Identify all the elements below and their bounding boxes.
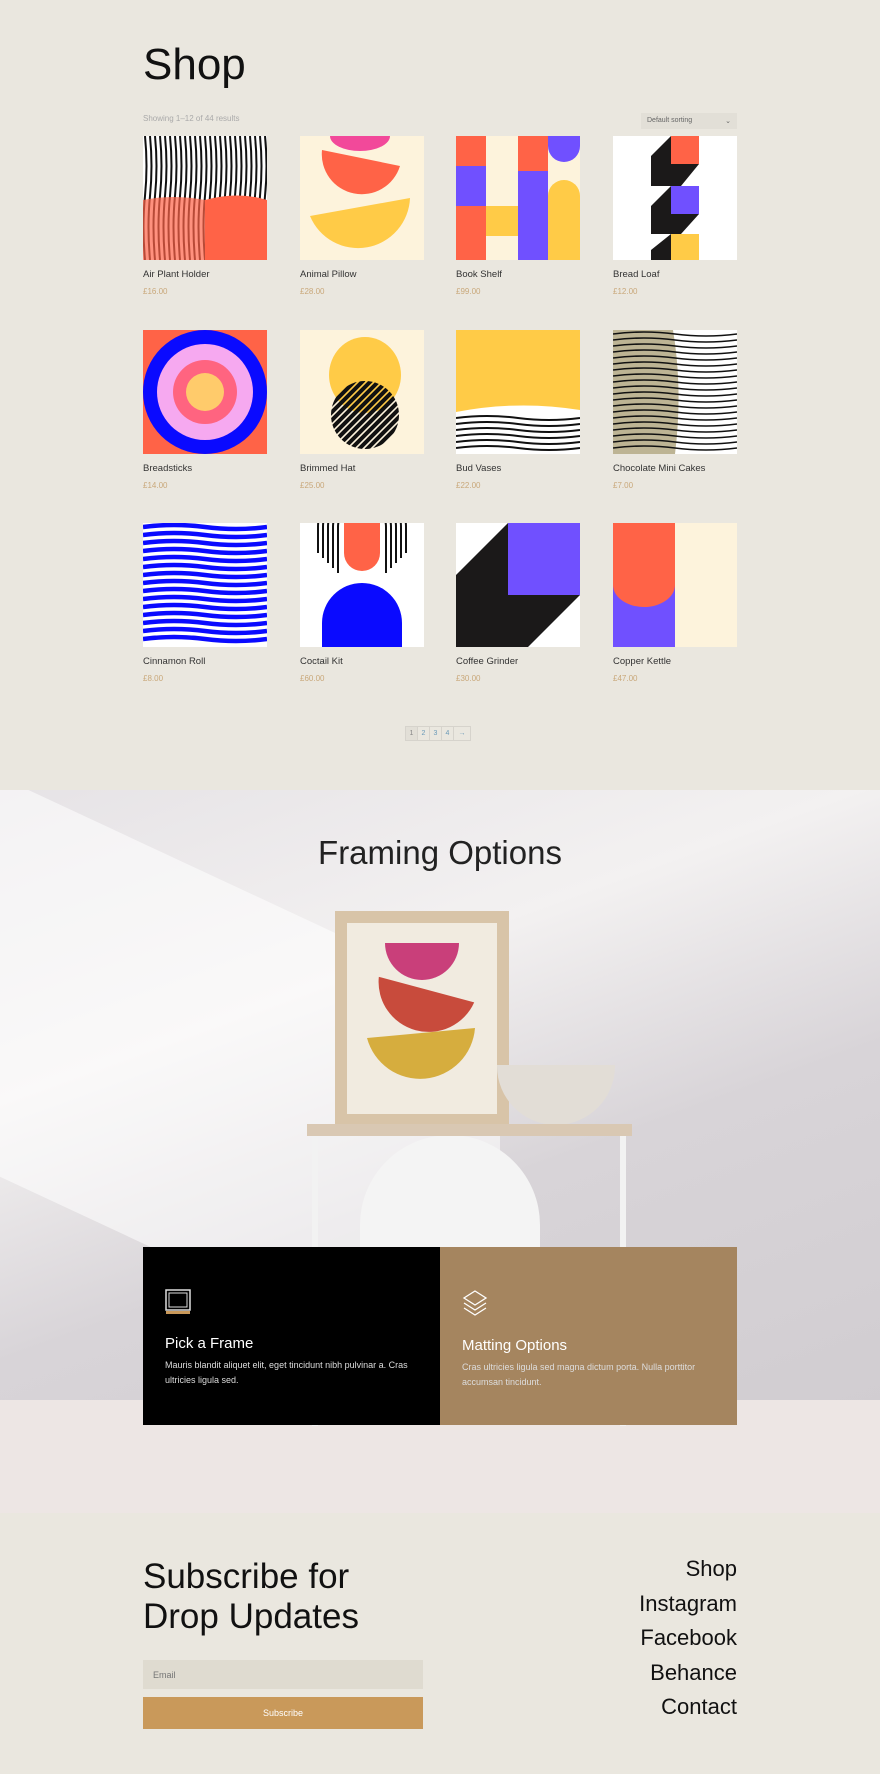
product-name[interactable]: Brimmed Hat [300, 463, 424, 474]
product-image[interactable] [143, 330, 267, 454]
product-image[interactable] [456, 136, 580, 260]
product-name[interactable]: Breadsticks [143, 463, 267, 474]
product-price: £25.00 [300, 481, 325, 490]
chevron-down-icon: ⌄ [725, 118, 731, 125]
product-image[interactable] [143, 136, 267, 260]
product-image[interactable] [300, 523, 424, 647]
product-image[interactable] [613, 330, 737, 454]
product-card[interactable]: Coffee Grinder £30.00 [456, 523, 580, 683]
product-name[interactable]: Cinnamon Roll [143, 656, 267, 667]
footer-link-contact[interactable]: Contact [639, 1690, 737, 1725]
product-price: £14.00 [143, 481, 168, 490]
frame-icon [165, 1289, 191, 1314]
framing-hero: Framing Options Pick a Frame Mauris blan… [0, 790, 880, 1513]
feature-title: Pick a Frame [165, 1335, 254, 1352]
product-price: £16.00 [143, 287, 168, 296]
product-price: £8.00 [143, 674, 164, 683]
footer-links: Shop Instagram Facebook Behance Contact [639, 1552, 737, 1725]
product-card[interactable]: Coctail Kit £60.00 [300, 523, 424, 683]
footer-link-facebook[interactable]: Facebook [639, 1621, 737, 1656]
product-name[interactable]: Air Plant Holder [143, 269, 267, 280]
product-price: £22.00 [456, 481, 481, 490]
sort-select[interactable]: Default sorting ⌄ [641, 113, 737, 129]
product-price: £30.00 [456, 674, 481, 683]
product-card[interactable]: Bread Loaf £12.00 [613, 136, 737, 296]
next-page-button[interactable]: → [453, 726, 471, 741]
product-card[interactable]: Cinnamon Roll £8.00 [143, 523, 267, 683]
feature-title: Matting Options [462, 1337, 568, 1354]
product-name[interactable]: Book Shelf [456, 269, 580, 280]
product-card[interactable]: Brimmed Hat £25.00 [300, 330, 424, 490]
layers-icon [462, 1290, 488, 1316]
product-card[interactable]: Bud Vases £22.00 [456, 330, 580, 490]
product-name[interactable]: Copper Kettle [613, 656, 737, 667]
subscribe-heading-line: Subscribe for [143, 1557, 350, 1596]
product-price: £12.00 [613, 287, 638, 296]
product-card[interactable]: Book Shelf £99.00 [456, 136, 580, 296]
framed-poster [335, 911, 509, 1126]
product-image[interactable] [300, 136, 424, 260]
email-input[interactable] [143, 1660, 423, 1689]
product-image[interactable] [300, 330, 424, 454]
product-price: £47.00 [613, 674, 638, 683]
product-card[interactable]: Breadsticks £14.00 [143, 330, 267, 490]
product-card[interactable]: Copper Kettle £47.00 [613, 523, 737, 683]
subscribe-button[interactable]: Subscribe [143, 1697, 423, 1729]
matting-options-card[interactable]: Matting Options Cras ultricies ligula se… [440, 1247, 737, 1425]
product-name[interactable]: Animal Pillow [300, 269, 424, 280]
bowl [497, 1065, 615, 1125]
poster-art [367, 943, 475, 1079]
product-image[interactable] [456, 330, 580, 454]
product-name[interactable]: Bread Loaf [613, 269, 737, 280]
product-card[interactable]: Animal Pillow £28.00 [300, 136, 424, 296]
result-count: Showing 1–12 of 44 results [143, 114, 240, 123]
product-name[interactable]: Coctail Kit [300, 656, 424, 667]
footer-link-instagram[interactable]: Instagram [639, 1587, 737, 1622]
product-image[interactable] [613, 523, 737, 647]
product-name[interactable]: Coffee Grinder [456, 656, 580, 667]
product-card[interactable]: Air Plant Holder £16.00 [143, 136, 267, 296]
subscribe-heading: Subscribe for Drop Updates [143, 1557, 359, 1637]
page-title: Shop [143, 40, 246, 89]
framing-title: Framing Options [318, 834, 562, 871]
subscribe-heading-line: Drop Updates [143, 1597, 359, 1636]
product-image[interactable] [613, 136, 737, 260]
product-name[interactable]: Chocolate Mini Cakes [613, 463, 737, 474]
pick-frame-card[interactable]: Pick a Frame Mauris blandit aliquet elit… [143, 1247, 440, 1425]
product-image[interactable] [143, 523, 267, 647]
product-price: £99.00 [456, 287, 481, 296]
product-card[interactable]: Chocolate Mini Cakes £7.00 [613, 330, 737, 490]
product-price: £7.00 [613, 481, 634, 490]
product-price: £60.00 [300, 674, 325, 683]
pagination: 1 2 3 4 → [405, 726, 471, 741]
table [307, 1124, 632, 1136]
product-price: £28.00 [300, 287, 325, 296]
feature-text: Mauris blandit aliquet elit, eget tincid… [165, 1360, 408, 1385]
product-name[interactable]: Bud Vases [456, 463, 580, 474]
footer-link-shop[interactable]: Shop [639, 1552, 737, 1587]
sort-selected: Default sorting [647, 117, 693, 124]
footer-link-behance[interactable]: Behance [639, 1656, 737, 1691]
feature-text: Cras ultricies ligula sed magna dictum p… [462, 1362, 696, 1387]
product-image[interactable] [456, 523, 580, 647]
